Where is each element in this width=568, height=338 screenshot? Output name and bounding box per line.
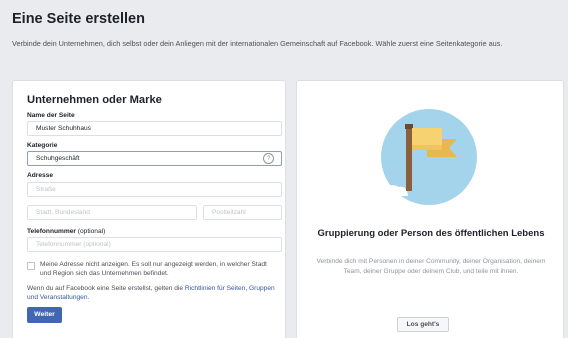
city-input[interactable]: Stadt, Bundesland [27,205,197,220]
address-label: Adresse [27,172,54,179]
page-title: Eine Seite erstellen [12,11,145,27]
policy-suffix: . [87,293,90,301]
page-name-label: Name der Seite [27,112,75,119]
community-card-description: Verbinde dich mit Personen in deiner Com… [316,258,546,275]
zip-input[interactable]: Postleitzahl [203,205,282,220]
get-started-button[interactable]: Los geht's [397,317,449,332]
phone-label-text: Telefonnummer [27,228,76,235]
hide-address-checkbox[interactable] [27,262,35,270]
illustration-cloud-right [467,188,497,201]
community-public-figure-card[interactable]: Gruppierung oder Person des öffentlichen… [296,80,564,338]
flag-pole-top [405,124,413,129]
policy-notice: Wenn du auf Facebook eine Seite erstells… [27,285,279,302]
phone-label-optional: (optional) [75,228,106,235]
category-input[interactable]: Schuhgeschäft ? [27,151,282,166]
category-value: Schuhgeschäft [36,155,80,162]
question-circle-icon[interactable]: ? [263,153,274,164]
page-subtitle: Verbinde dein Unternehmen, dich selbst o… [12,39,503,48]
community-card-title: Gruppierung oder Person des öffentlichen… [317,228,545,239]
hide-address-label[interactable]: Meine Adresse nicht anzeigen. Es soll nu… [40,261,275,278]
flag-illustration [372,109,497,205]
business-brand-card: Unternehmen oder Marke Name der Seite Mu… [12,80,286,338]
policy-text: Wenn du auf Facebook eine Seite erstells… [27,285,185,292]
flag-front-shade [412,145,442,150]
category-label: Kategorie [27,142,58,149]
phone-label: Telefonnummer (optional) [27,228,105,235]
page-name-input[interactable]: Muster Schuhhaus [27,121,282,136]
continue-button[interactable]: Weiter [27,307,62,323]
business-card-title: Unternehmen oder Marke [27,94,162,106]
street-input[interactable]: Straße [27,182,282,197]
flag-pole [406,127,412,191]
phone-input[interactable]: Telefonnummer (optional) [27,237,282,252]
